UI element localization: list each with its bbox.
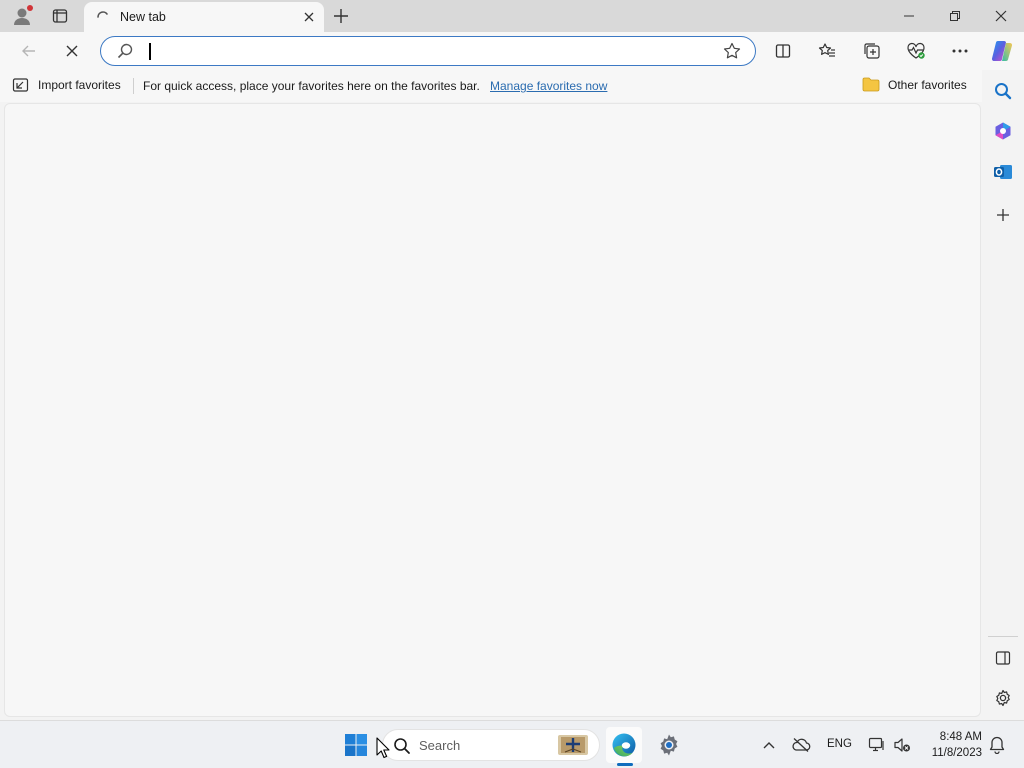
hide-sidebar-icon[interactable] <box>988 643 1018 673</box>
other-favorites-label: Other favorites <box>888 77 967 92</box>
active-app-indicator <box>617 763 633 766</box>
manage-favorites-link[interactable]: Manage favorites now <box>490 79 607 93</box>
import-icon <box>12 78 29 92</box>
minimize-icon[interactable] <box>886 0 932 32</box>
back-arrow-icon[interactable] <box>14 37 44 65</box>
edge-taskbar-icon[interactable] <box>606 727 642 763</box>
stop-icon[interactable] <box>57 37 87 65</box>
tab-title: New tab <box>120 10 166 24</box>
close-window-icon[interactable] <box>978 0 1024 32</box>
favorites-bar: Import favorites For quick access, place… <box>0 70 982 102</box>
search-icon <box>394 738 410 754</box>
clock-date: 11/8/2023 <box>931 747 982 759</box>
folder-icon <box>862 77 880 92</box>
chevron-up-icon[interactable] <box>757 733 781 757</box>
edge-sidebar <box>982 70 1024 718</box>
language-indicator[interactable]: ENG <box>827 738 852 750</box>
onedrive-offline-icon[interactable] <box>789 733 813 757</box>
import-favorites-button[interactable]: Import favorites <box>12 77 121 93</box>
volume-muted-icon[interactable] <box>890 733 914 757</box>
page-content <box>4 103 981 717</box>
settings-app-icon[interactable] <box>651 727 687 763</box>
taskbar-search-label: Search <box>419 738 461 753</box>
split-screen-icon[interactable] <box>768 37 798 65</box>
outlook-icon[interactable] <box>988 157 1018 187</box>
add-icon[interactable] <box>988 200 1018 230</box>
tab-actions-icon[interactable] <box>46 4 74 28</box>
title-bar: New tab <box>0 0 1024 32</box>
heartbeat-icon[interactable] <box>901 37 931 65</box>
sidebar-search-icon[interactable] <box>988 76 1018 106</box>
favorites-bar-message: For quick access, place your favorites h… <box>143 79 480 93</box>
import-favorites-label: Import favorites <box>38 78 121 92</box>
system-clock[interactable]: 8:48 AM 11/8/2023 <box>920 729 982 761</box>
notifications-bell-icon[interactable] <box>985 733 1009 757</box>
taskbar-search-box[interactable]: Search <box>382 729 600 761</box>
tab-new-tab[interactable]: New tab <box>84 2 324 32</box>
address-input[interactable] <box>147 42 707 60</box>
search-icon <box>117 43 133 59</box>
address-bar[interactable] <box>100 36 756 66</box>
microsoft365-icon[interactable] <box>988 116 1018 146</box>
profile-icon[interactable] <box>8 4 36 28</box>
collections-icon[interactable] <box>857 37 887 65</box>
restore-icon[interactable] <box>932 0 978 32</box>
settings-icon[interactable] <box>988 683 1018 713</box>
other-favorites-button[interactable]: Other favorites <box>862 77 967 92</box>
favorites-icon[interactable] <box>812 37 842 65</box>
mouse-cursor-icon <box>376 737 390 759</box>
clock-time: 8:48 AM <box>939 731 982 743</box>
more-icon[interactable] <box>945 37 975 65</box>
tab-close-icon[interactable] <box>300 8 318 26</box>
favorite-star-icon[interactable] <box>723 42 741 63</box>
copilot-icon[interactable] <box>987 37 1017 65</box>
divider <box>133 78 134 94</box>
toolbar <box>0 32 1024 70</box>
windows-start-icon[interactable] <box>338 727 374 763</box>
loading-spinner-icon <box>97 11 108 18</box>
network-icon[interactable] <box>865 733 889 757</box>
new-tab-plus-icon[interactable] <box>330 4 352 28</box>
taskbar: Search ENG 8:48 AM 11/8/2023 <box>0 720 1024 768</box>
divider <box>988 636 1018 637</box>
search-highlight-icon <box>558 735 588 755</box>
text-caret <box>149 43 151 60</box>
